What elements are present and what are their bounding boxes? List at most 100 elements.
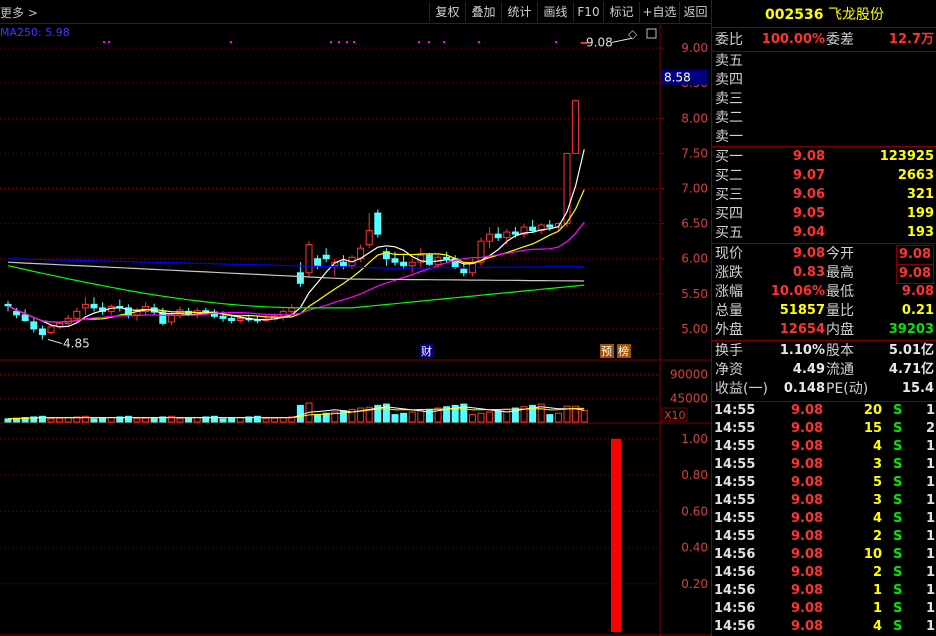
stat-value: 1.10% — [779, 343, 825, 358]
volume-bar — [391, 414, 399, 423]
candle-body — [443, 256, 451, 260]
bid-volume: 193 — [906, 225, 934, 240]
tick-row[interactable]: 14:55 9.08 3 S 1 — [712, 492, 936, 510]
stock-header: 002536 飞龙股份 — [712, 0, 936, 28]
tick-count: 1 — [925, 493, 935, 508]
tick-row[interactable]: 14:56 9.08 4 S 1 — [712, 618, 936, 636]
signal-dot — [555, 41, 557, 43]
toolbar-button-1[interactable]: 叠加 — [465, 2, 501, 22]
candle-body — [30, 321, 38, 330]
signal-dot — [353, 41, 355, 43]
kline-chart[interactable]: 9.008.508.007.507.006.506.005.505.00MA25… — [0, 24, 711, 636]
candle-body — [236, 317, 244, 322]
weicha-label: 委差 — [826, 32, 854, 48]
event-marker-label: 预 — [601, 345, 612, 358]
toolbar-button-2[interactable]: 统计 — [501, 2, 537, 22]
indicator-tick-label: 0.20 — [681, 577, 708, 591]
tick-side: S — [893, 601, 903, 616]
bid-volume: 123925 — [879, 149, 934, 164]
tick-row[interactable]: 14:56 9.08 10 S 1 — [712, 546, 936, 564]
volume-bar — [279, 417, 287, 423]
signal-dot — [428, 41, 430, 43]
ask-row: 卖二 — [712, 109, 936, 127]
bid-label: 买一 — [715, 149, 743, 165]
tick-row[interactable]: 14:55 9.08 4 S 1 — [712, 510, 936, 528]
candle-body — [460, 268, 468, 274]
signal-dot — [418, 41, 420, 43]
quote-value: 0.83 — [792, 265, 825, 280]
candle-body — [296, 272, 304, 284]
tick-price: 9.08 — [791, 619, 824, 634]
volume-bar — [477, 412, 485, 423]
tick-side: S — [893, 403, 903, 418]
weicha-value: 12.7万 — [888, 32, 934, 47]
volume-tick-label: 90000 — [670, 368, 708, 382]
tick-side: S — [893, 547, 903, 562]
candle-body — [400, 261, 408, 267]
quote-value: 10.06% — [770, 284, 825, 299]
signal-dot — [108, 41, 110, 43]
tick-price: 9.08 — [791, 403, 824, 418]
tick-time: 14:55 — [714, 529, 756, 544]
stat-label: 股本 — [826, 343, 854, 359]
tick-row[interactable]: 14:56 9.08 1 S 1 — [712, 600, 936, 618]
toolbar-button-3[interactable]: 画线 — [537, 2, 573, 22]
ask-row: 卖一 — [712, 128, 936, 146]
ask-row: 卖三 — [712, 90, 936, 108]
tick-row[interactable]: 14:55 9.08 20 S 1 — [712, 402, 936, 420]
tick-time: 14:55 — [714, 511, 756, 526]
more-button[interactable]: 更多 > — [0, 4, 38, 21]
volume-bar — [262, 418, 270, 423]
tick-volume: 15 — [863, 421, 882, 436]
volume-tick-label: 45000 — [670, 391, 708, 405]
signal-dot — [346, 41, 348, 43]
tick-row[interactable]: 14:55 9.08 15 S 2 — [712, 420, 936, 438]
tick-count: 2 — [925, 421, 935, 436]
toolbar-button-6[interactable]: +自选 — [639, 2, 679, 22]
quote-panel: 002536 飞龙股份 委比 100.00% 委差 12.7万 卖五 卖四 卖三 卖二… — [711, 0, 936, 636]
toolbar-button-4[interactable]: F10 — [573, 2, 603, 22]
price-tick-label: 7.50 — [681, 146, 708, 160]
toolbar-button-5[interactable]: 标记 — [603, 2, 639, 22]
price-tick-label: 9.00 — [681, 41, 708, 55]
quote-value: 51857 — [779, 303, 825, 318]
price-tick-label: 7.00 — [681, 181, 708, 195]
tick-row[interactable]: 14:56 9.08 1 S 1 — [712, 582, 936, 600]
tick-row[interactable]: 14:55 9.08 5 S 1 — [712, 474, 936, 492]
ask-row: 卖五 — [712, 52, 936, 70]
stat-label: 收益(一) — [715, 381, 768, 397]
tick-price: 9.08 — [791, 529, 824, 544]
stock-name: 飞龙股份 — [827, 7, 884, 23]
tick-volume: 4 — [872, 619, 882, 634]
tick-row[interactable]: 14:55 9.08 4 S 1 — [712, 438, 936, 456]
tick-time: 14:55 — [714, 457, 756, 472]
diamond-icon: ◇ — [628, 27, 638, 41]
tick-row[interactable]: 14:55 9.08 2 S 1 — [712, 528, 936, 546]
tick-row[interactable]: 14:55 9.08 3 S 1 — [712, 456, 936, 474]
quote-label: 最低 — [826, 284, 854, 300]
toolbar-button-0[interactable]: 复权 — [429, 2, 465, 22]
toolbar-button-7[interactable]: 返回 — [679, 2, 711, 22]
volume-bar — [142, 417, 150, 423]
tick-side: S — [893, 619, 903, 634]
signal-dot — [330, 41, 332, 43]
tick-side: S — [893, 421, 903, 436]
signal-dot — [478, 41, 480, 43]
ma120-line — [7, 261, 585, 282]
tick-volume: 1 — [872, 601, 882, 616]
price-tick-label: 6.00 — [681, 252, 708, 266]
low-arrow — [47, 338, 63, 344]
tick-volume: 4 — [872, 511, 882, 526]
weibi-value: 100.00% — [761, 32, 825, 47]
tick-price: 9.08 — [791, 493, 824, 508]
candle-body — [288, 307, 296, 312]
indicator-tick-label: 1.00 — [681, 432, 708, 446]
tick-row[interactable]: 14:56 9.08 2 S 1 — [712, 564, 936, 582]
quote-value: 39203 — [888, 322, 934, 337]
volume-bar — [228, 417, 236, 423]
volume-bar — [56, 417, 64, 423]
tick-price: 9.08 — [791, 439, 824, 454]
current-price-label: 8.58 — [664, 71, 691, 85]
tick-price: 9.08 — [791, 457, 824, 472]
bid-price: 9.06 — [792, 187, 825, 202]
